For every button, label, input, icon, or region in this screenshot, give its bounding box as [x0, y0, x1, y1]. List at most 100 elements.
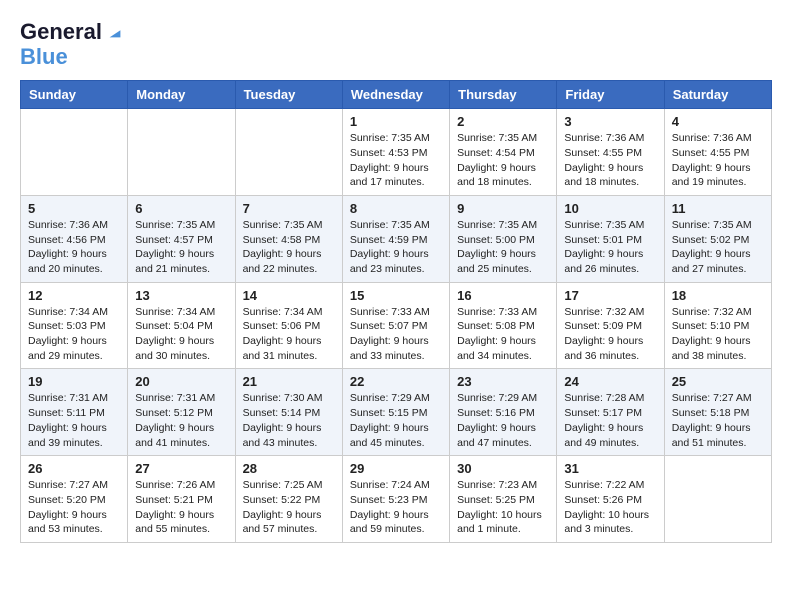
calendar-cell-5-1: 26 Sunrise: 7:27 AMSunset: 5:20 PMDayligh…: [21, 456, 128, 543]
calendar-cell-5-5: 30 Sunrise: 7:23 AMSunset: 5:25 PMDayligh…: [450, 456, 557, 543]
day-number: 5: [28, 201, 120, 216]
week-row-3: 12Sunrise: 7:34 AMSunset: 5:03 PMDayligh…: [21, 282, 772, 369]
logo-text: General: [20, 20, 102, 44]
header: General Blue: [20, 20, 772, 70]
day-info: Sunrise: 7:36 AMSunset: 4:55 PMDaylight:…: [564, 131, 656, 190]
day-info: Sunrise: 7:28 AMSunset: 5:17 PMDaylight:…: [564, 391, 656, 450]
day-info: Sunrise: 7:35 AMSunset: 4:54 PMDaylight:…: [457, 131, 549, 190]
day-info: Sunrise: 7:30 AMSunset: 5:14 PMDaylight:…: [243, 391, 335, 450]
day-info: Sunrise: 7:23 AMSunset: 5:25 PMDaylight:…: [457, 478, 549, 537]
day-number: 4: [672, 114, 764, 129]
weekday-monday: Monday: [128, 81, 235, 109]
day-info: Sunrise: 7:35 AMSunset: 5:02 PMDaylight:…: [672, 218, 764, 277]
calendar-cell-2-7: 11 Sunrise: 7:35 AMSunset: 5:02 PMDayligh…: [664, 195, 771, 282]
day-info: Sunrise: 7:29 AMSunset: 5:16 PMDaylight:…: [457, 391, 549, 450]
calendar-cell-3-4: 15 Sunrise: 7:33 AMSunset: 5:07 PMDayligh…: [342, 282, 449, 369]
calendar-cell-4-7: 25 Sunrise: 7:27 AMSunset: 5:18 PMDayligh…: [664, 369, 771, 456]
calendar-cell-2-3: 7 Sunrise: 7:35 AMSunset: 4:58 PMDaylight…: [235, 195, 342, 282]
day-number: 9: [457, 201, 549, 216]
week-row-5: 26 Sunrise: 7:27 AMSunset: 5:20 PMDayligh…: [21, 456, 772, 543]
day-info: Sunrise: 7:36 AMSunset: 4:56 PMDaylight:…: [28, 218, 120, 277]
weekday-header-row: SundayMondayTuesdayWednesdayThursdayFrid…: [21, 81, 772, 109]
day-number: 17: [564, 288, 656, 303]
calendar-cell-1-3: [235, 109, 342, 196]
calendar-cell-4-4: 22 Sunrise: 7:29 AMSunset: 5:15 PMDayligh…: [342, 369, 449, 456]
day-info: Sunrise: 7:33 AMSunset: 5:07 PMDaylight:…: [350, 305, 442, 364]
weekday-tuesday: Tuesday: [235, 81, 342, 109]
calendar-cell-5-6: 31 Sunrise: 7:22 AMSunset: 5:26 PMDayligh…: [557, 456, 664, 543]
day-number: 16: [457, 288, 549, 303]
day-info: Sunrise: 7:22 AMSunset: 5:26 PMDaylight:…: [564, 478, 656, 537]
day-number: 12: [28, 288, 120, 303]
day-number: 20: [135, 374, 227, 389]
calendar-cell-1-1: [21, 109, 128, 196]
day-info: Sunrise: 7:33 AMSunset: 5:08 PMDaylight:…: [457, 305, 549, 364]
calendar-cell-4-3: 21Sunrise: 7:30 AMSunset: 5:14 PMDayligh…: [235, 369, 342, 456]
calendar-cell-1-2: [128, 109, 235, 196]
day-number: 25: [672, 374, 764, 389]
calendar-cell-5-7: [664, 456, 771, 543]
day-number: 28: [243, 461, 335, 476]
day-info: Sunrise: 7:36 AMSunset: 4:55 PMDaylight:…: [672, 131, 764, 190]
calendar-cell-1-7: 4 Sunrise: 7:36 AMSunset: 4:55 PMDaylight…: [664, 109, 771, 196]
day-info: Sunrise: 7:35 AMSunset: 4:59 PMDaylight:…: [350, 218, 442, 277]
calendar-table: SundayMondayTuesdayWednesdayThursdayFrid…: [20, 80, 772, 543]
day-info: Sunrise: 7:34 AMSunset: 5:04 PMDaylight:…: [135, 305, 227, 364]
day-number: 14: [243, 288, 335, 303]
calendar-cell-3-1: 12Sunrise: 7:34 AMSunset: 5:03 PMDayligh…: [21, 282, 128, 369]
day-number: 23: [457, 374, 549, 389]
day-info: Sunrise: 7:29 AMSunset: 5:15 PMDaylight:…: [350, 391, 442, 450]
day-number: 8: [350, 201, 442, 216]
weekday-sunday: Sunday: [21, 81, 128, 109]
calendar-cell-3-7: 18Sunrise: 7:32 AMSunset: 5:10 PMDayligh…: [664, 282, 771, 369]
calendar-cell-2-6: 10Sunrise: 7:35 AMSunset: 5:01 PMDayligh…: [557, 195, 664, 282]
calendar-cell-2-4: 8 Sunrise: 7:35 AMSunset: 4:59 PMDaylight…: [342, 195, 449, 282]
week-row-4: 19 Sunrise: 7:31 AMSunset: 5:11 PMDayligh…: [21, 369, 772, 456]
day-number: 27: [135, 461, 227, 476]
day-info: Sunrise: 7:31 AMSunset: 5:12 PMDaylight:…: [135, 391, 227, 450]
day-info: Sunrise: 7:35 AMSunset: 5:00 PMDaylight:…: [457, 218, 549, 277]
day-number: 31: [564, 461, 656, 476]
day-number: 11: [672, 201, 764, 216]
weekday-wednesday: Wednesday: [342, 81, 449, 109]
calendar-cell-3-6: 17 Sunrise: 7:32 AMSunset: 5:09 PMDayligh…: [557, 282, 664, 369]
day-info: Sunrise: 7:34 AMSunset: 5:06 PMDaylight:…: [243, 305, 335, 364]
calendar-cell-4-2: 20 Sunrise: 7:31 AMSunset: 5:12 PMDayligh…: [128, 369, 235, 456]
day-info: Sunrise: 7:27 AMSunset: 5:20 PMDaylight:…: [28, 478, 120, 537]
day-number: 10: [564, 201, 656, 216]
day-number: 26: [28, 461, 120, 476]
day-number: 19: [28, 374, 120, 389]
page: General Blue SundayMondayTuesdayWednesda…: [0, 0, 792, 553]
day-info: Sunrise: 7:31 AMSunset: 5:11 PMDaylight:…: [28, 391, 120, 450]
day-info: Sunrise: 7:32 AMSunset: 5:09 PMDaylight:…: [564, 305, 656, 364]
calendar-cell-1-6: 3 Sunrise: 7:36 AMSunset: 4:55 PMDaylight…: [557, 109, 664, 196]
day-info: Sunrise: 7:27 AMSunset: 5:18 PMDaylight:…: [672, 391, 764, 450]
day-number: 7: [243, 201, 335, 216]
calendar-cell-4-5: 23 Sunrise: 7:29 AMSunset: 5:16 PMDayligh…: [450, 369, 557, 456]
day-number: 15: [350, 288, 442, 303]
calendar-cell-2-5: 9 Sunrise: 7:35 AMSunset: 5:00 PMDaylight…: [450, 195, 557, 282]
calendar-cell-5-3: 28 Sunrise: 7:25 AMSunset: 5:22 PMDayligh…: [235, 456, 342, 543]
day-number: 6: [135, 201, 227, 216]
calendar-cell-5-2: 27Sunrise: 7:26 AMSunset: 5:21 PMDayligh…: [128, 456, 235, 543]
calendar-cell-2-1: 5 Sunrise: 7:36 AMSunset: 4:56 PMDaylight…: [21, 195, 128, 282]
logo: General Blue: [20, 20, 124, 70]
day-info: Sunrise: 7:35 AMSunset: 4:57 PMDaylight:…: [135, 218, 227, 277]
calendar-cell-3-5: 16 Sunrise: 7:33 AMSunset: 5:08 PMDayligh…: [450, 282, 557, 369]
weekday-friday: Friday: [557, 81, 664, 109]
day-info: Sunrise: 7:35 AMSunset: 4:58 PMDaylight:…: [243, 218, 335, 277]
calendar-cell-5-4: 29Sunrise: 7:24 AMSunset: 5:23 PMDayligh…: [342, 456, 449, 543]
day-number: 22: [350, 374, 442, 389]
weekday-saturday: Saturday: [664, 81, 771, 109]
day-number: 1: [350, 114, 442, 129]
day-info: Sunrise: 7:35 AMSunset: 4:53 PMDaylight:…: [350, 131, 442, 190]
day-info: Sunrise: 7:32 AMSunset: 5:10 PMDaylight:…: [672, 305, 764, 364]
week-row-1: 1 Sunrise: 7:35 AMSunset: 4:53 PMDaylight…: [21, 109, 772, 196]
logo-blue: Blue: [20, 44, 68, 70]
day-info: Sunrise: 7:24 AMSunset: 5:23 PMDaylight:…: [350, 478, 442, 537]
day-info: Sunrise: 7:25 AMSunset: 5:22 PMDaylight:…: [243, 478, 335, 537]
day-number: 30: [457, 461, 549, 476]
week-row-2: 5 Sunrise: 7:36 AMSunset: 4:56 PMDaylight…: [21, 195, 772, 282]
calendar-cell-4-1: 19 Sunrise: 7:31 AMSunset: 5:11 PMDayligh…: [21, 369, 128, 456]
day-number: 3: [564, 114, 656, 129]
